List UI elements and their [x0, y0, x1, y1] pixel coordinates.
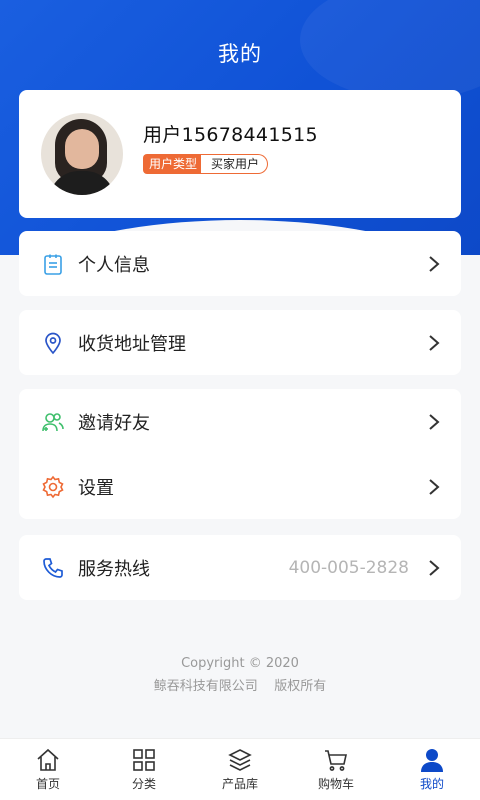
address-group: 收货地址管理 [19, 310, 461, 375]
personal-info-group: 个人信息 [19, 231, 461, 296]
chevron-right-icon [429, 478, 440, 495]
copyright-text: Copyright © 2020 [181, 656, 299, 671]
user-type-badge: 用户类型 买家用户 [143, 154, 269, 174]
tab-category[interactable]: 分类 [96, 739, 192, 800]
personal-info-label: 个人信息 [78, 254, 150, 276]
settings-label: 设置 [78, 477, 114, 499]
page-title: 我的 [218, 42, 262, 66]
personal-info-row[interactable]: 个人信息 [19, 231, 461, 296]
phone-icon [43, 557, 63, 578]
copyright-footer: Copyright © 2020 鲸吞科技有限公司 版权所有 [0, 652, 480, 698]
chevron-right-icon [429, 334, 440, 351]
tab-cart[interactable]: 购物车 [288, 739, 384, 800]
tab-home-label: 首页 [35, 777, 60, 791]
profile-card[interactable]: 用户15678441515 用户类型 买家用户 [19, 90, 461, 218]
tab-mine[interactable]: 我的 [384, 739, 480, 800]
company-text: 鲸吞科技有限公司 版权所有 [153, 679, 327, 694]
tab-products[interactable]: 产品库 [192, 739, 288, 800]
tab-mine-label: 我的 [419, 777, 444, 791]
invite-friends-icon [42, 412, 64, 431]
clipboard-icon [44, 254, 62, 275]
avatar[interactable] [41, 113, 123, 195]
invite-row[interactable]: 邀请好友 [19, 389, 461, 454]
tab-category-label: 分类 [131, 777, 156, 791]
chevron-right-icon [429, 413, 440, 430]
category-icon [133, 749, 155, 771]
tab-products-label: 产品库 [221, 777, 258, 791]
settings-row[interactable]: 设置 [19, 454, 461, 519]
user-icon [421, 749, 443, 772]
bottom-tab-bar: 首页 分类 产品库 购物车 我的 [0, 738, 480, 800]
invite-settings-group: 邀请好友 设置 [19, 389, 461, 519]
username: 用户15678441515 [143, 124, 318, 146]
cart-icon [325, 750, 347, 771]
gear-icon [42, 475, 64, 498]
address-label: 收货地址管理 [78, 333, 186, 355]
user-type-label: 用户类型 [143, 154, 206, 174]
hotline-group: 服务热线 400-005-2828 [19, 535, 461, 600]
layers-icon [228, 749, 252, 771]
user-type-value: 买家用户 [201, 154, 269, 174]
hotline-row[interactable]: 服务热线 400-005-2828 [19, 535, 461, 600]
chevron-right-icon [429, 255, 440, 272]
home-icon [37, 748, 59, 771]
invite-label: 邀请好友 [78, 412, 150, 434]
location-pin-icon [45, 332, 61, 354]
address-row[interactable]: 收货地址管理 [19, 310, 461, 375]
chevron-right-icon [429, 559, 440, 576]
tab-cart-label: 购物车 [317, 777, 354, 791]
hotline-number[interactable]: 400-005-2828 [289, 558, 409, 578]
tab-home[interactable]: 首页 [0, 739, 96, 800]
hotline-label: 服务热线 [78, 558, 150, 580]
